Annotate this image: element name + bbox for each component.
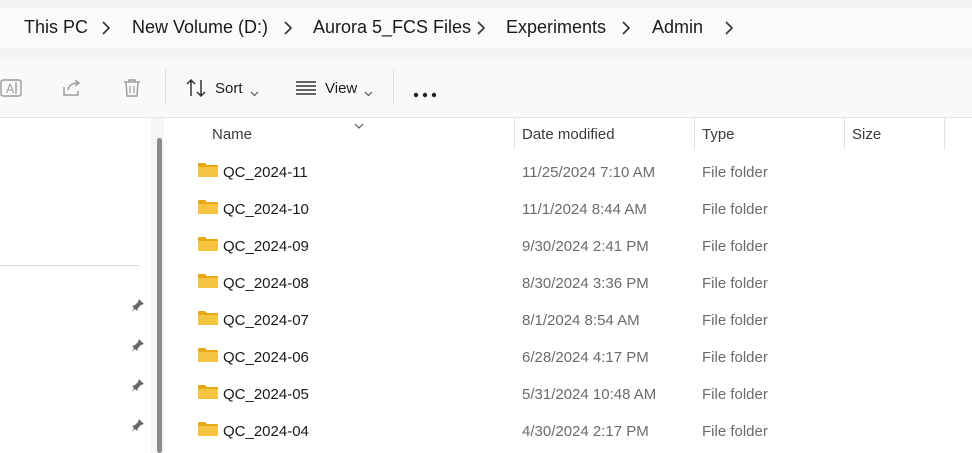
sort-button[interactable]: Sort	[180, 57, 270, 117]
file-type: File folder	[702, 238, 768, 255]
file-date-modified: 8/1/2024 8:54 AM	[522, 312, 640, 329]
chevron-down-icon	[250, 84, 259, 102]
folder-icon	[198, 162, 218, 183]
file-date-modified: 6/28/2024 4:17 PM	[522, 349, 649, 366]
sort-icon	[185, 78, 207, 103]
toolbar-divider	[393, 69, 394, 105]
pin-icon[interactable]	[131, 338, 145, 352]
sort-label: Sort	[215, 80, 243, 97]
breadcrumb-this-pc[interactable]: This PC	[24, 17, 88, 38]
file-row[interactable]: QC_2024-10 11/1/2024 8:44 AM File folder	[190, 192, 950, 229]
file-type: File folder	[702, 164, 768, 181]
folder-icon	[198, 236, 218, 257]
rename-icon[interactable]: A	[0, 78, 24, 103]
navigation-pane	[0, 118, 150, 453]
file-date-modified: 8/30/2024 3:36 PM	[522, 275, 649, 292]
chevron-down-icon	[364, 84, 373, 102]
column-header-size[interactable]: Size	[852, 126, 881, 143]
file-date-modified: 11/25/2024 7:10 AM	[522, 164, 656, 181]
file-type: File folder	[702, 423, 768, 440]
column-divider[interactable]	[944, 118, 945, 150]
file-date-modified: 11/1/2024 8:44 AM	[522, 201, 647, 218]
file-name: QC_2024-07	[223, 312, 309, 329]
file-type: File folder	[702, 349, 768, 366]
file-name: QC_2024-08	[223, 275, 309, 292]
toolbar-divider	[165, 69, 166, 105]
folder-icon	[198, 384, 218, 405]
view-icon	[295, 80, 317, 101]
file-row[interactable]: QC_2024-04 4/30/2024 2:17 PM File folder	[190, 414, 950, 451]
column-divider[interactable]	[844, 118, 845, 150]
file-date-modified: 9/30/2024 2:41 PM	[522, 238, 649, 255]
file-name: QC_2024-10	[223, 201, 309, 218]
file-name: QC_2024-04	[223, 423, 309, 440]
file-date-modified: 4/30/2024 2:17 PM	[522, 423, 649, 440]
breadcrumb-admin[interactable]: Admin	[652, 17, 703, 38]
breadcrumb-aurora-fcs-files[interactable]: Aurora 5_FCS Files	[313, 17, 471, 38]
view-label: View	[325, 80, 358, 97]
column-header-name[interactable]: Name	[212, 126, 252, 143]
share-icon[interactable]	[61, 78, 83, 103]
pin-icon[interactable]	[131, 378, 145, 392]
folder-icon	[198, 421, 218, 442]
file-type: File folder	[702, 312, 768, 329]
folder-icon	[198, 273, 218, 294]
folder-icon	[198, 199, 218, 220]
pin-icon[interactable]	[131, 298, 145, 312]
chevron-right-icon[interactable]	[99, 19, 113, 37]
pin-icon[interactable]	[131, 418, 145, 432]
delete-icon[interactable]	[122, 78, 142, 103]
command-bar: A Sort View	[0, 57, 972, 118]
sort-ascending-indicator-icon	[354, 116, 364, 134]
file-row[interactable]: QC_2024-05 5/31/2024 10:48 AM File folde…	[190, 377, 950, 414]
file-name: QC_2024-06	[223, 349, 309, 366]
file-name: QC_2024-05	[223, 386, 309, 403]
file-row[interactable]: QC_2024-11 11/25/2024 7:10 AM File folde…	[190, 155, 950, 192]
file-type: File folder	[702, 275, 768, 292]
more-icon[interactable]	[413, 85, 437, 103]
chevron-right-icon[interactable]	[722, 19, 736, 37]
file-name: QC_2024-11	[223, 164, 308, 181]
nav-scrollbar-thumb[interactable]	[157, 138, 162, 453]
breadcrumb-new-volume[interactable]: New Volume (D:)	[132, 17, 268, 38]
file-type: File folder	[702, 386, 768, 403]
file-date-modified: 5/31/2024 10:48 AM	[522, 386, 657, 403]
chevron-right-icon[interactable]	[281, 19, 295, 37]
folder-icon	[198, 347, 218, 368]
breadcrumb-experiments[interactable]: Experiments	[506, 17, 606, 38]
nav-divider	[0, 265, 139, 266]
file-row[interactable]: QC_2024-07 8/1/2024 8:54 AM File folder	[190, 303, 950, 340]
column-header-date-modified[interactable]: Date modified	[522, 126, 615, 143]
file-row[interactable]: QC_2024-06 6/28/2024 4:17 PM File folder	[190, 340, 950, 377]
folder-icon	[198, 310, 218, 331]
column-divider[interactable]	[514, 118, 515, 150]
chevron-right-icon[interactable]	[619, 19, 633, 37]
view-button[interactable]: View	[290, 57, 385, 117]
file-row[interactable]: QC_2024-08 8/30/2024 3:36 PM File folder	[190, 266, 950, 303]
file-name: QC_2024-09	[223, 238, 309, 255]
file-row[interactable]: QC_2024-09 9/30/2024 2:41 PM File folder	[190, 229, 950, 266]
chevron-right-icon[interactable]	[474, 19, 488, 37]
column-divider[interactable]	[694, 118, 695, 150]
file-type: File folder	[702, 201, 768, 218]
svg-text:A: A	[6, 82, 15, 96]
column-header-type[interactable]: Type	[702, 126, 735, 143]
